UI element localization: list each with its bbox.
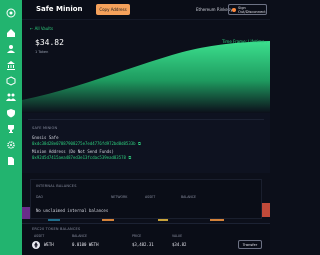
- trophy-icon[interactable]: [4, 122, 18, 136]
- internal-balances-card: INTERNAL BALANCES DAO NETWORK ASSET BALA…: [30, 179, 262, 219]
- section-label: INTERNAL BALANCES: [36, 184, 77, 188]
- cube-icon[interactable]: [4, 74, 18, 88]
- account-button[interactable]: Sign Out/Disconnect: [228, 4, 267, 15]
- weth-token-icon: [32, 241, 40, 249]
- user-icon[interactable]: [4, 42, 18, 56]
- asset-name: WETH: [44, 242, 54, 247]
- avatar: [232, 7, 236, 12]
- safe-minion-panel: SAFE MINION Gnosis Safe 0xdc38d28e078879…: [22, 113, 270, 173]
- all-vaults-link[interactable]: ← All Vaults: [30, 26, 53, 31]
- bank-icon[interactable]: [4, 58, 18, 72]
- empty-message: No unclaimed internal balances: [36, 208, 109, 213]
- section-label: ERC20 TOKEN BALANCES: [32, 227, 81, 231]
- column-header: BALANCE: [181, 195, 197, 199]
- token-count: 1 Token: [35, 50, 49, 54]
- minion-address[interactable]: 0x92d5d7415aea487ed3e13fcdac539ead83578 …: [32, 155, 131, 160]
- gnosis-safe-address[interactable]: 0xdc38d28e07887908275e7ed4776fd972bd8d85…: [32, 141, 141, 146]
- vault-balance: $34.82: [35, 38, 64, 47]
- transfer-button[interactable]: Transfer: [238, 240, 262, 249]
- sidebar: [0, 0, 22, 255]
- minion-address-label: Minion Address (Do Not Send Funds): [32, 149, 114, 154]
- page-title: Safe Minion: [36, 5, 83, 13]
- account-button-label: Sign Out/Disconnect: [238, 5, 266, 14]
- gnosis-safe-label: Gnosis Safe: [32, 135, 59, 140]
- section-label: SAFE MINION: [32, 126, 58, 130]
- home-icon[interactable]: [4, 26, 18, 40]
- column-header: ASSET: [145, 195, 156, 199]
- internal-balances-panel: INTERNAL BALANCES DAO NETWORK ASSET BALA…: [22, 173, 270, 223]
- balance-area-chart: [22, 41, 270, 113]
- top-header: Safe Minion Copy Address Ethereum Rinkeb…: [22, 0, 270, 20]
- column-header: DAO: [36, 195, 44, 199]
- shield-icon[interactable]: [4, 106, 18, 120]
- logo-icon[interactable]: [4, 6, 18, 20]
- column-header: NETWORK: [111, 195, 128, 199]
- file-icon[interactable]: [4, 154, 18, 168]
- table-row: WETH 0.0100 WETH $3,482.31 $34.82 Transf…: [28, 238, 264, 252]
- erc20-balances-panel: ERC20 TOKEN BALANCES ASSET BALANCE PRICE…: [22, 223, 270, 255]
- copy-address-button[interactable]: Copy Address: [96, 4, 130, 15]
- balance-area: [22, 41, 270, 113]
- asset-price: $3,482.31: [132, 242, 154, 247]
- vault-balance-chart: ← All Vaults $34.82 1 Token Time Frame: …: [22, 20, 270, 113]
- people-icon[interactable]: [4, 90, 18, 104]
- asset-value: $34.82: [172, 242, 187, 247]
- asset-balance: 0.0100 WETH: [72, 242, 99, 247]
- gear-icon[interactable]: [4, 138, 18, 152]
- time-frame-select[interactable]: Time Frame: Lifetime ▾: [222, 39, 268, 44]
